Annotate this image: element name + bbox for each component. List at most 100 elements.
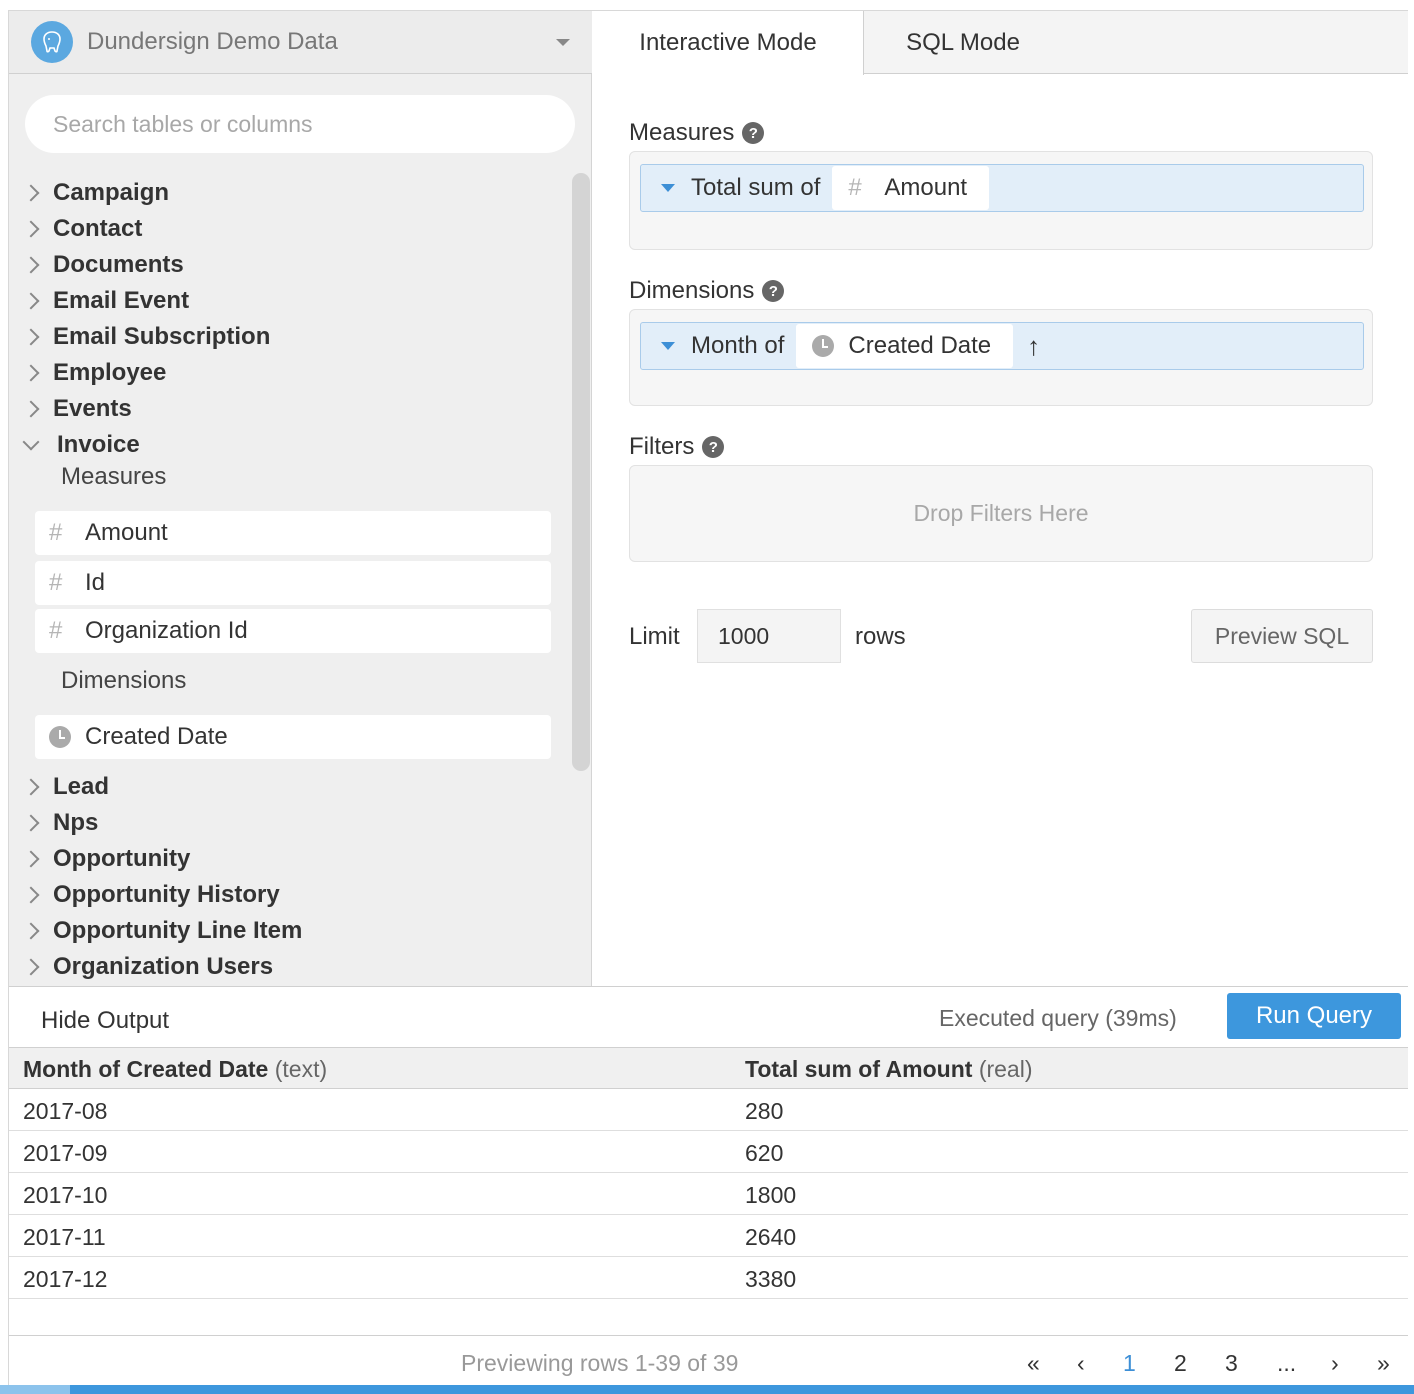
database-name: Dundersign Demo Data [87,28,338,55]
sort-ascending-icon[interactable]: ↑ [1027,331,1040,362]
bottom-progress-bar [0,1385,1414,1394]
chevron-right-icon [22,886,40,904]
table-item[interactable]: Opportunity Line Item [22,915,302,947]
column-header[interactable]: Total sum of Amount (real) [745,1056,1032,1083]
limit-input[interactable] [697,609,841,663]
table-row: 2017-09 620 [9,1131,1408,1173]
pager-prev[interactable]: ‹ [1077,1350,1085,1377]
table-item[interactable]: Nps [22,807,99,839]
measure-field-item[interactable]: # Id [35,561,551,605]
table-item[interactable]: Email Event [22,285,190,317]
dimensions-drop-zone[interactable]: Month of Created Date ↑ [629,309,1373,406]
table-cell: 2017-12 [23,1266,108,1292]
dimension-aggregation: Month of [691,332,785,359]
pager-ellipsis: ... [1277,1350,1297,1376]
measures-label-row: Measures ? [629,119,765,147]
field-group-heading: Dimensions [61,667,187,694]
table-item[interactable]: Email Subscription [22,321,271,353]
table-cell: 620 [745,1140,784,1166]
hide-output-link[interactable]: Hide Output [41,1007,169,1035]
chevron-right-icon [22,292,40,310]
measure-field-item[interactable]: # Amount [35,511,551,555]
table-item[interactable]: Contact [22,213,142,245]
postgres-elephant-icon [31,21,73,63]
help-icon[interactable]: ? [742,122,765,144]
query-builder-panel: Interactive Mode SQL Mode Measures ? Tot… [593,11,1408,986]
help-icon[interactable]: ? [762,280,785,302]
column-header-type: (real) [978,1056,1033,1082]
table-item[interactable]: Invoice [22,429,140,461]
measure-pill[interactable]: Total sum of # Amount [640,164,1364,212]
table-body: 2017-08 280 2017-09 620 2017-10 1800 2017-11 26… [9,1089,1408,1299]
limit-label: Limit [629,623,680,650]
table-item[interactable]: Events [22,393,132,425]
measure-field[interactable]: # Amount [832,166,990,210]
filters-drop-zone[interactable]: Drop Filters Here [629,465,1373,562]
execution-status: Executed query (39ms) [939,1005,1177,1031]
dimensions-label: Dimensions [629,277,755,304]
table-item[interactable]: Opportunity [22,843,191,875]
measures-label: Measures [629,119,735,146]
database-picker[interactable]: Dundersign Demo Data [9,11,592,74]
table-cell: 280 [745,1098,784,1124]
table-row: 2017-12 3380 [9,1257,1408,1299]
chevron-right-icon [22,958,40,976]
column-header[interactable]: Month of Created Date (text) [23,1056,327,1083]
table-item-label: Events [53,395,132,422]
measures-drop-zone[interactable]: Total sum of # Amount [629,151,1373,250]
search-input[interactable] [25,95,575,153]
caret-down-icon[interactable] [661,342,675,350]
chevron-right-icon [22,256,40,274]
table-cell: 2017-10 [23,1182,108,1208]
filters-label: Filters [629,433,695,460]
schema-sidebar: Dundersign Demo Data Campaign Contact Docu… [9,11,592,986]
pager-last[interactable]: » [1377,1350,1390,1377]
table-row: 2017-11 2640 [9,1215,1408,1257]
pager-page-3[interactable]: 3 [1225,1350,1238,1377]
table-item[interactable]: Lead [22,771,109,803]
chevron-right-icon [22,814,40,832]
field-item-label: Amount [85,519,168,546]
table-cell: 3380 [745,1266,797,1292]
field-group-heading: Measures [61,463,167,490]
table-item-label: Nps [53,809,99,836]
clock-icon [812,335,835,357]
table-item[interactable]: Campaign [22,177,169,209]
chevron-right-icon [22,850,40,868]
tab-interactive-mode[interactable]: Interactive Mode [593,11,864,75]
table-cell: 2640 [745,1224,797,1250]
dimension-field-item[interactable]: Created Date [35,715,551,759]
table-item[interactable]: Organization Users [22,951,273,983]
pager-first[interactable]: « [1027,1350,1040,1377]
measure-field-item[interactable]: # Organization Id [35,609,551,653]
dimension-pill[interactable]: Month of Created Date ↑ [640,322,1364,370]
dimension-field[interactable]: Created Date [796,324,1014,368]
column-header-name: Month of Created Date [23,1056,269,1082]
pager-next[interactable]: › [1331,1350,1339,1377]
run-query-button[interactable]: Run Query [1227,993,1401,1039]
hash-icon: # [49,519,63,546]
table-item[interactable]: Opportunity History [22,879,280,911]
sidebar-scrollbar[interactable] [572,173,590,771]
tab-sql-mode[interactable]: SQL Mode [864,11,1062,74]
table-item-label: Opportunity History [53,881,280,908]
output-panel: Hide Output Executed query (39ms) Run Qu… [9,986,1408,1394]
table-item-label: Email Subscription [53,323,271,350]
table-item[interactable]: Employee [22,357,166,389]
table-header: Month of Created Date (text) Total sum o… [9,1047,1408,1089]
help-icon[interactable]: ? [702,436,725,458]
table-row: 2017-10 1800 [9,1173,1408,1215]
results-table: Month of Created Date (text) Total sum o… [9,1047,1408,1299]
pager-page-1[interactable]: 1 [1123,1350,1136,1377]
table-item-label: Documents [53,251,184,278]
table-item[interactable]: Documents [22,249,184,281]
table-item-label: Opportunity [53,845,191,872]
app-window: Dundersign Demo Data Campaign Contact Docu… [8,10,1408,1394]
column-header-type: (text) [274,1056,328,1082]
caret-down-icon[interactable] [661,184,675,192]
preview-sql-button[interactable]: Preview SQL [1191,609,1373,663]
results-footer: Previewing rows 1-39 of 39 « ‹ 1 2 3 ...… [9,1335,1408,1391]
table-item-label: Email Event [53,287,190,314]
field-item-label: Organization Id [85,617,248,644]
pager-page-2[interactable]: 2 [1174,1350,1187,1377]
